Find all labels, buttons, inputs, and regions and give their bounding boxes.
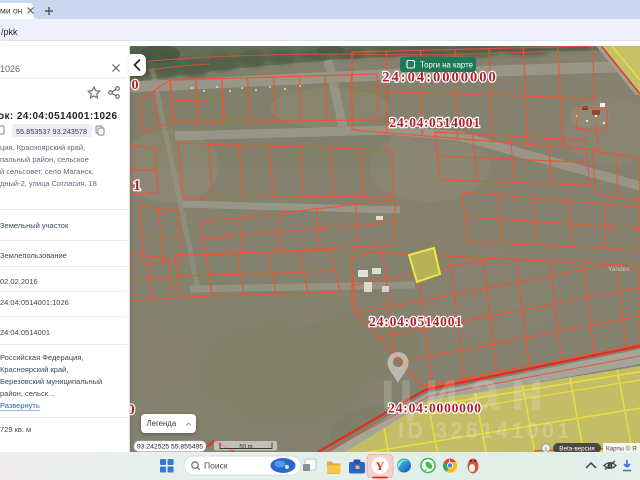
svg-text:55.853537 93.243578: 55.853537 93.243578 xyxy=(16,127,87,136)
svg-text:ID 326141001: ID 326141001 xyxy=(398,418,572,443)
svg-text:Y: Y xyxy=(376,459,385,473)
svg-text:Yandex: Yandex xyxy=(608,266,630,273)
svg-text:1: 1 xyxy=(133,178,141,194)
svg-text:93.242525 55.855495: 93.242525 55.855495 xyxy=(137,444,203,451)
svg-text:1026: 1026 xyxy=(0,64,20,74)
svg-text:Карты © Я: Карты © Я xyxy=(606,444,637,452)
svg-text:Торги на карте: Торги на карте xyxy=(420,60,473,69)
svg-text:0: 0 xyxy=(130,402,135,418)
svg-text:ок: 24:04:0514001:1026: ок: 24:04:0514001:1026 xyxy=(0,111,117,122)
svg-text:24:04:0514001: 24:04:0514001 xyxy=(389,115,480,130)
svg-text:50 m: 50 m xyxy=(239,445,252,451)
svg-text:Beta-версия: Beta-версия xyxy=(559,445,594,452)
svg-text:0: 0 xyxy=(132,78,139,93)
svg-text:Поиск: Поиск xyxy=(204,461,228,471)
svg-text:ми он: ми он xyxy=(0,6,23,16)
svg-text:24:04:0514001: 24:04:0514001 xyxy=(369,314,463,329)
svg-text:Легенда: Легенда xyxy=(147,419,177,428)
svg-text:24:04:0000000: 24:04:0000000 xyxy=(388,401,482,416)
